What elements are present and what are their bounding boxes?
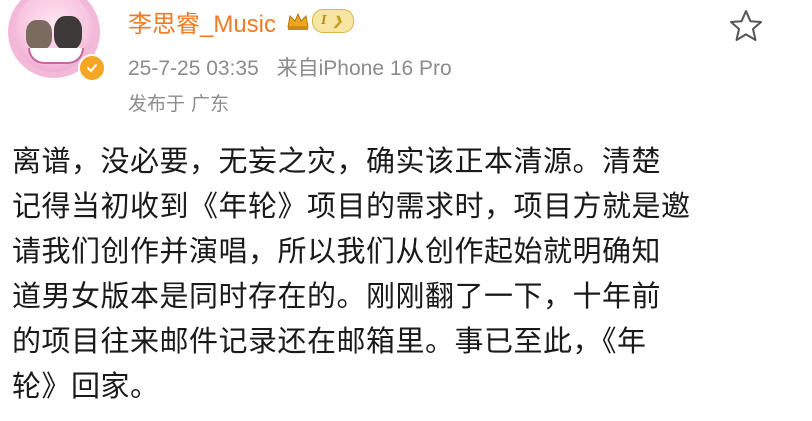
post-body-line: 轮》回家。	[12, 369, 160, 403]
chevron-right-icon: ❯	[332, 13, 343, 28]
level-badge[interactable]: I ❯	[312, 9, 354, 33]
check-icon	[87, 64, 97, 73]
post-body: 离谱，没必要，无妄之灾，确实该正本清源。清楚 记得当初收到《年轮》项目的需求时，…	[12, 139, 802, 409]
post-meta: 25-7-25 03:35 来自iPhone 16 Pro	[128, 52, 452, 82]
avatar-figure-left	[26, 20, 52, 50]
post-body-line: 记得当初收到《年轮》项目的需求时，项目方就是邀	[12, 189, 691, 223]
post-source: 来自iPhone 16 Pro	[276, 57, 452, 80]
author-row: 李思睿_Music I ❯	[128, 4, 354, 38]
verified-badge-icon	[78, 54, 106, 82]
avatar-container[interactable]	[8, 0, 106, 82]
level-badge-label: I	[321, 13, 327, 28]
star-outline-icon[interactable]	[728, 8, 764, 44]
crown-icon	[287, 12, 309, 30]
avatar-mouth-shape	[28, 48, 84, 64]
post-location: 发布于 广东	[128, 93, 230, 115]
post-body-line: 请我们创作并演唱，所以我们从创作起始就明确知	[12, 234, 662, 268]
avatar-figure-right	[54, 16, 82, 50]
post-body-line: 道男女版本是同时存在的。刚刚翻了一下，十年前	[12, 279, 662, 313]
post-body-line: 的项目往来邮件记录还在邮箱里。事已至此，《年	[12, 324, 647, 358]
post-body-line: 离谱，没必要，无妄之灾，确实该正本清源。清楚	[12, 144, 662, 178]
username[interactable]: 李思睿_Music	[128, 4, 276, 39]
post-timestamp: 25-7-25 03:35	[128, 57, 259, 80]
